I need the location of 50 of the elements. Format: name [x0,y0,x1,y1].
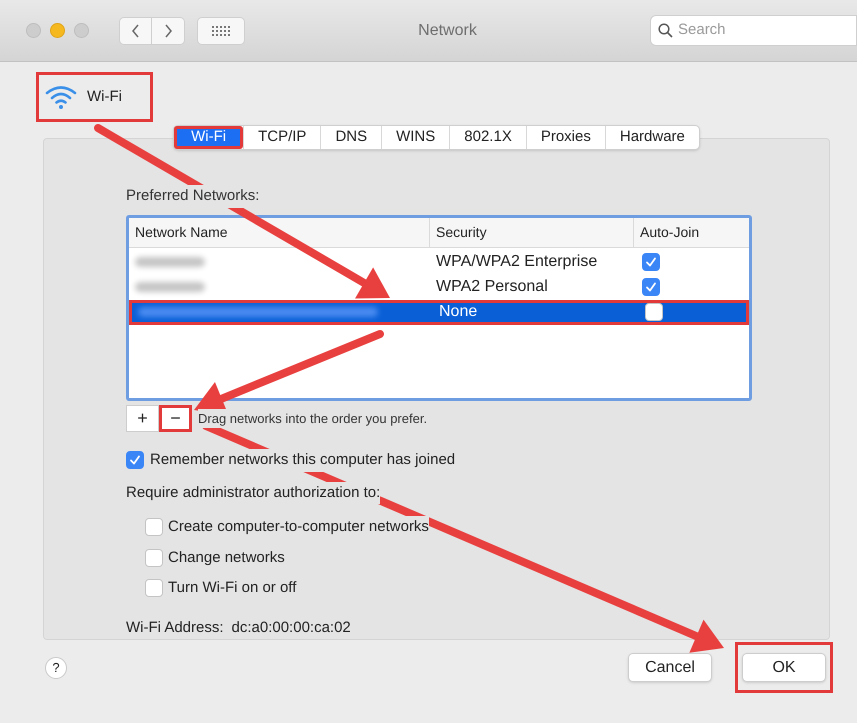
address-label: Wi-Fi Address: [126,618,224,638]
tab[interactable]: WINS [381,126,450,149]
section-label: Preferred Networks: [126,185,260,208]
interface-name: Wi-Fi [87,86,122,107]
checkbox[interactable] [642,278,660,296]
checkmark-icon [645,281,657,293]
checkmark-icon [129,454,141,466]
checkbox[interactable] [126,451,144,470]
tab[interactable]: Proxies [526,126,605,149]
column-header[interactable]: Security [429,218,633,246]
checkbox[interactable] [145,518,163,536]
checkbox-label: Remember networks this computer has joined [150,449,456,472]
address-value: dc:a0:00:00:ca:02 [232,618,351,638]
hint-text: Drag networks into the order you prefer. [198,408,428,428]
cancel-button[interactable]: Cancel [628,653,712,682]
checkbox[interactable] [645,303,663,321]
ok-button[interactable]: OK [742,653,826,682]
wifi-icon [45,85,77,109]
chevron-left-icon [131,24,140,38]
security-cell-text: None [438,302,478,322]
column-header[interactable]: Network Name [129,218,429,246]
checkbox[interactable] [145,548,163,567]
section-label: Require administrator authorization to: [126,482,380,504]
table-row[interactable]: None [129,300,749,324]
checkmark-icon [645,256,657,268]
show-all-button[interactable] [197,16,245,44]
window-title: Network [417,20,478,40]
table-row[interactable]: WPA2 Personal [129,274,749,300]
forward-button[interactable] [152,16,185,44]
search-input[interactable]: Search [678,19,838,42]
redacted-name [135,257,205,267]
help-button[interactable]: ? [45,656,67,678]
back-button[interactable] [119,16,152,44]
tab[interactable]: Wi-Fi [174,126,244,149]
tab[interactable]: TCP/IP [243,126,320,149]
tab[interactable]: 802.1X [449,126,526,149]
checkbox[interactable] [145,579,163,598]
grid-icon [212,26,230,36]
remove-button[interactable]: − [159,405,192,432]
column-header[interactable]: Auto-Join [633,218,749,246]
redacted-name [135,282,205,292]
search-icon [658,23,673,38]
table-row[interactable]: WPA/WPA2 Enterprise [129,250,749,274]
tab[interactable]: DNS [320,126,382,149]
security-cell-text: WPA2 Personal [435,277,549,297]
checkbox[interactable] [642,253,660,271]
add-button[interactable]: + [126,405,159,432]
security-cell-text: WPA/WPA2 Enterprise [435,252,598,272]
chevron-right-icon [164,24,172,38]
search-field[interactable]: Search [650,15,857,46]
